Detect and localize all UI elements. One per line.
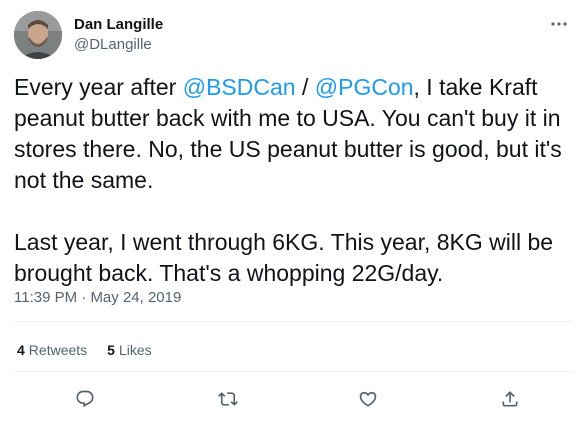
tweet-actions-bar — [0, 386, 587, 412]
author-handle[interactable]: @DLangille — [74, 35, 163, 55]
author-block: Dan Langille @DLangille — [74, 15, 163, 55]
tweet-paragraph-2: Last year, I went through 6KG. This year… — [14, 229, 554, 286]
mention-pgcon-link[interactable]: @PGCon — [315, 74, 414, 100]
tweet-card: Dan Langille @DLangille Every year after… — [0, 0, 587, 435]
likes-stat-link[interactable]: 5 Likes — [107, 340, 151, 360]
tweet-date: May 24, 2019 — [90, 289, 182, 306]
tweet-time: 11:39 PM — [14, 289, 78, 306]
timestamp-separator: · — [77, 289, 91, 306]
tweet-time-link[interactable]: 11:39 PM · May 24, 2019 — [14, 289, 181, 306]
retweets-stat-link[interactable]: 4 Retweets — [17, 340, 87, 360]
likes-label: Likes — [118, 342, 152, 358]
retweets-count: 4 — [17, 342, 25, 358]
divider-top — [14, 321, 573, 322]
tweet-paragraph-1: Every year after @BSDCan / @PGCon, I tak… — [14, 72, 580, 196]
reply-icon — [75, 389, 95, 409]
tweet-text: Every year after @BSDCan / @PGCon, I tak… — [14, 72, 580, 289]
author-display-name[interactable]: Dan Langille — [74, 15, 163, 35]
tweet-text-separator: / — [295, 74, 315, 100]
more-horizontal-icon — [550, 21, 568, 27]
mention-bsdcan-link[interactable]: @BSDCan — [183, 74, 296, 100]
tweet-timestamp: 11:39 PM · May 24, 2019 — [14, 288, 181, 308]
tweet-header: Dan Langille @DLangille — [14, 11, 573, 59]
likes-count: 5 — [107, 342, 115, 358]
more-options-button[interactable] — [547, 15, 571, 33]
tweet-text-intro: Every year after — [14, 74, 183, 100]
retweet-button[interactable] — [215, 386, 241, 412]
like-button[interactable] — [355, 386, 381, 412]
share-icon — [500, 389, 520, 409]
avatar[interactable] — [14, 11, 62, 59]
retweet-icon — [218, 389, 238, 409]
divider-bottom — [14, 371, 573, 372]
tweet-stats: 4 Retweets 5 Likes — [17, 340, 172, 360]
retweets-label: Retweets — [28, 342, 88, 358]
share-button[interactable] — [497, 386, 523, 412]
reply-button[interactable] — [72, 386, 98, 412]
heart-icon — [358, 389, 378, 409]
